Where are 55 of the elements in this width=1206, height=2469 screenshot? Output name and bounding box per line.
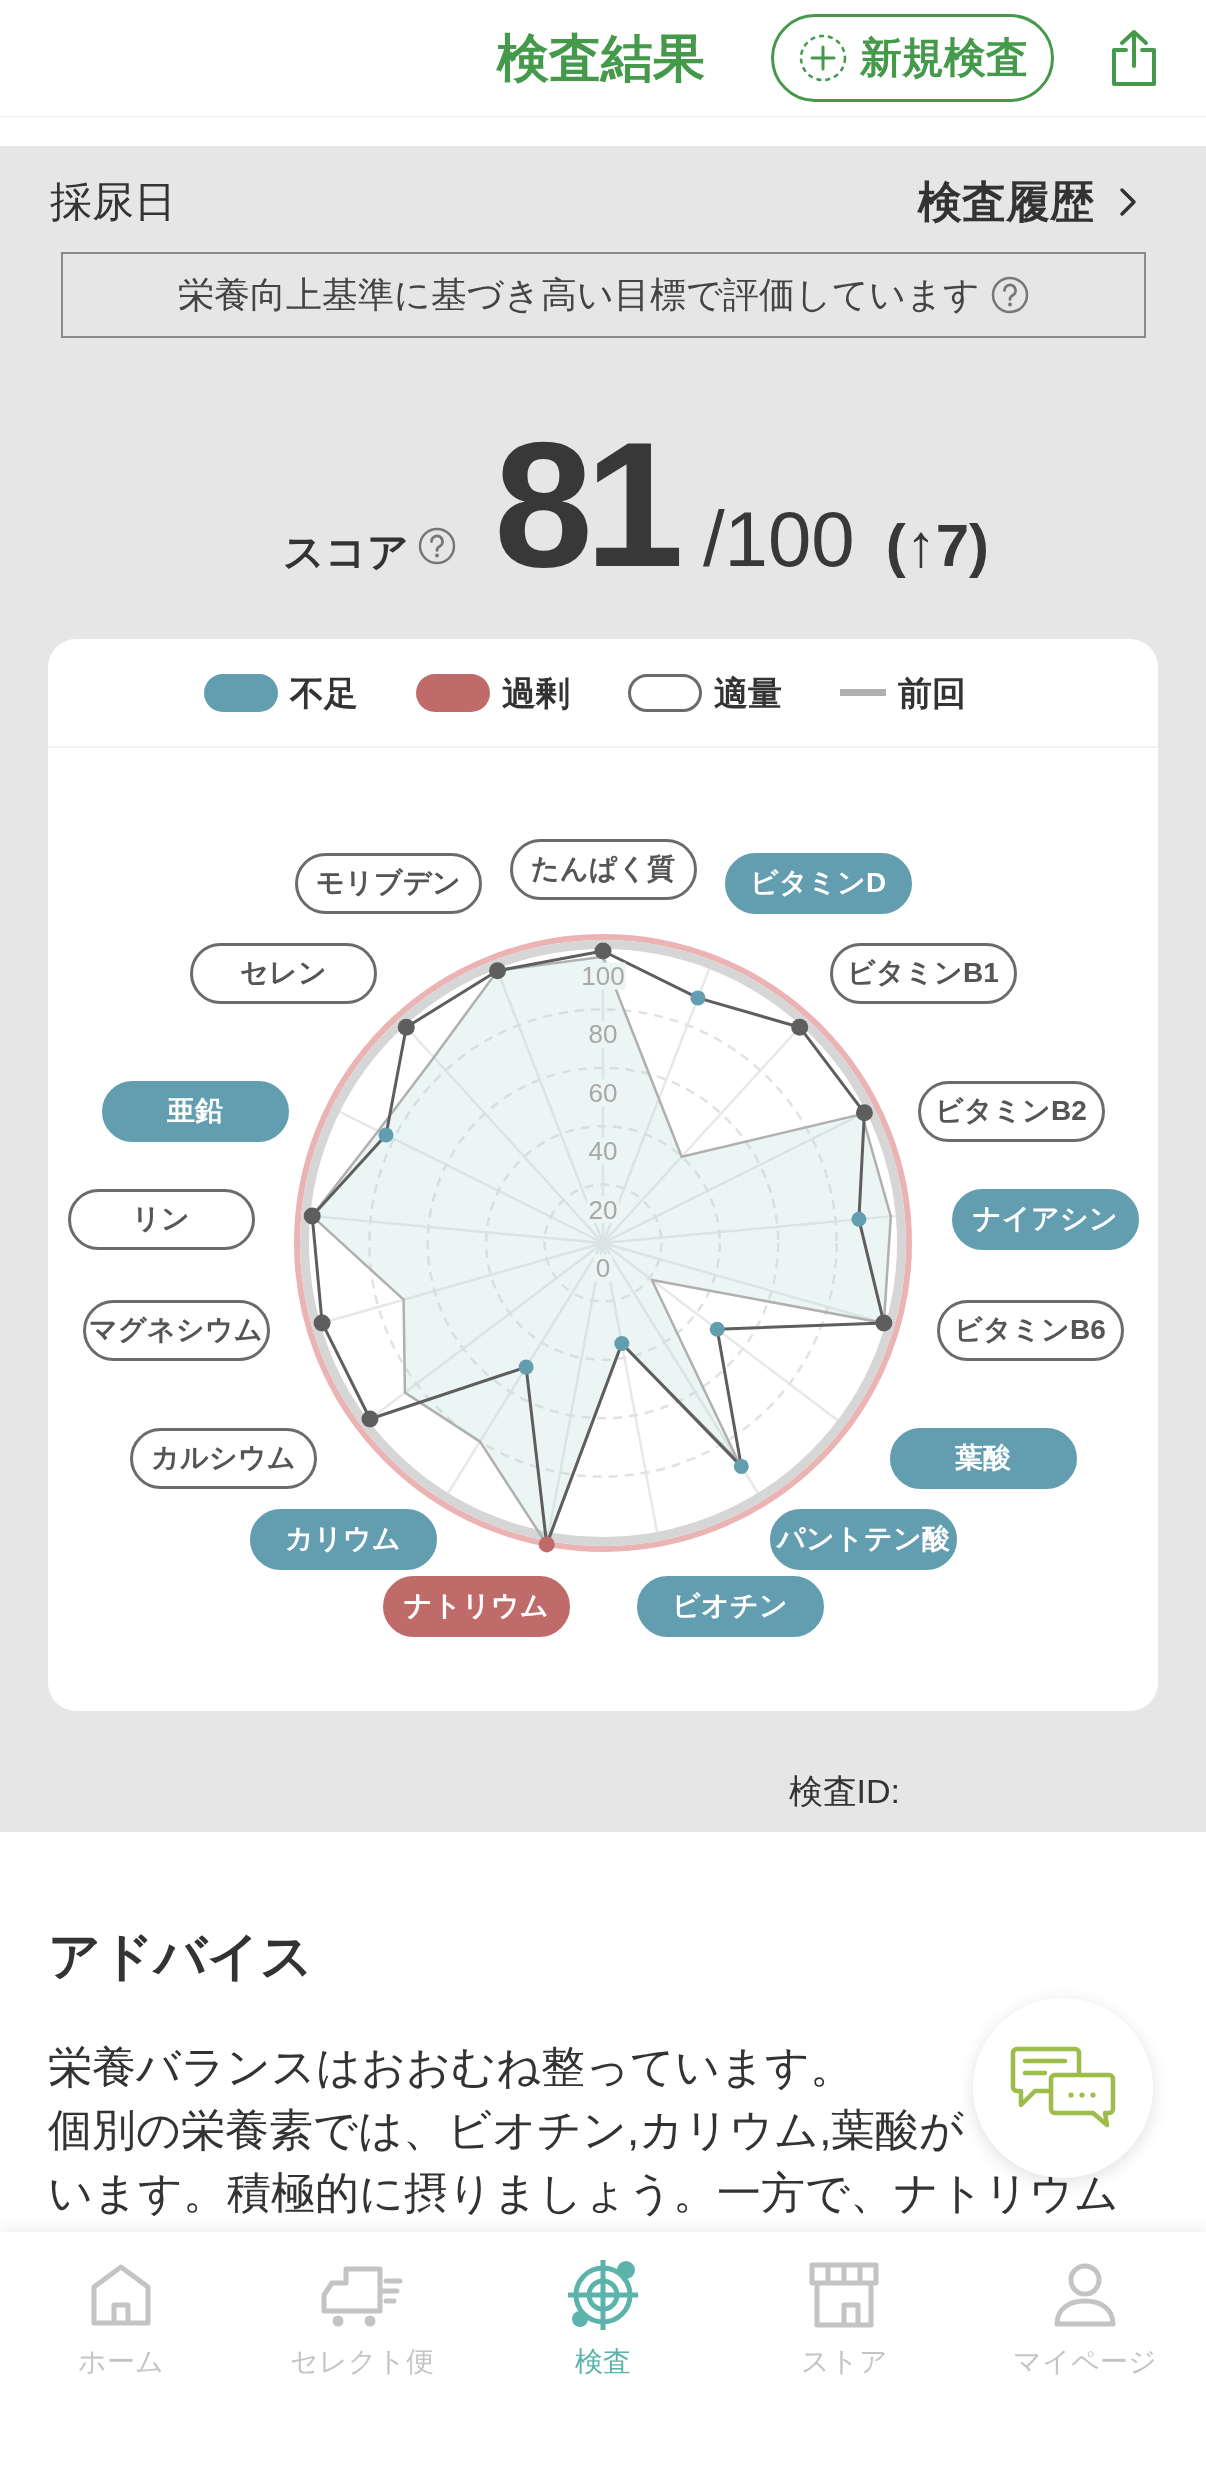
axis-tick-label: 80 — [587, 1019, 619, 1050]
advice-heading: アドバイス — [48, 1926, 313, 1987]
axis-tick-label: 100 — [580, 961, 626, 991]
nutrient-label: ナトリウム — [382, 1575, 570, 1637]
history-link[interactable]: 検査履歴 — [918, 180, 1138, 224]
collection-date-label: 採尿日 — [50, 181, 176, 223]
nutrient-label: モリブデン — [294, 852, 482, 914]
notice-text: 栄養向上基準に基づき高い目標で評価しています — [177, 277, 980, 313]
score-value: 81 — [493, 416, 676, 594]
storefront-icon — [808, 2261, 881, 2329]
nutrient-label: カルシウム — [129, 1427, 317, 1489]
nutrient-label: ビタミンD — [724, 852, 912, 914]
nutrient-label: ビオチン — [636, 1575, 824, 1637]
legend-label: 不足 — [290, 675, 358, 710]
share-icon[interactable] — [1110, 28, 1158, 88]
nutrient-label: ナイアシン — [951, 1188, 1139, 1250]
nutrient-label: リン — [67, 1188, 255, 1250]
chevron-right-icon — [1118, 186, 1138, 218]
person-icon — [1053, 2262, 1118, 2328]
nav-tab[interactable]: ホーム — [0, 2232, 242, 2469]
score-label: スコア — [282, 528, 409, 577]
advice-text-line: 個別の栄養素では、ビオチン,カリウム,葉酸が — [48, 2104, 965, 2156]
plus-circle-icon — [797, 33, 848, 83]
nutrient-label: セレン — [189, 942, 377, 1004]
nutrient-label: パントテン酸 — [769, 1508, 957, 1570]
legend-label: 適量 — [714, 675, 782, 710]
new-test-button[interactable]: 新規検査 — [771, 14, 1054, 102]
axis-tick-label: 0 — [593, 1253, 613, 1283]
score-max: /100 — [702, 500, 855, 578]
nav-tab[interactable]: セレクト便 — [241, 2232, 483, 2469]
axis-tick-label: 60 — [587, 1077, 619, 1108]
nutrient-label: マグネシウム — [82, 1299, 270, 1361]
help-icon[interactable] — [989, 275, 1030, 315]
nav-tab[interactable]: ストア — [723, 2232, 965, 2469]
legend-label: 前回 — [898, 675, 966, 710]
axis-tick-label: 40 — [587, 1136, 619, 1167]
help-icon[interactable] — [416, 526, 457, 566]
nutrient-label: 亜鉛 — [101, 1080, 289, 1142]
nutrient-label: 葉酸 — [889, 1427, 1077, 1489]
axis-tick-label: 20 — [587, 1194, 619, 1225]
nav-tab[interactable]: マイページ — [964, 2232, 1206, 2469]
advice-text-line: います。積極的に摂りましょう。一方で、ナトリウム — [48, 2167, 1119, 2219]
nutrient-label: たんぱく質 — [509, 838, 697, 900]
legend-label: 過剰 — [502, 675, 570, 710]
crosshair-icon — [565, 2257, 641, 2333]
home-icon — [89, 2263, 152, 2327]
nav-tab[interactable]: 検査 — [482, 2232, 724, 2469]
nutrient-label: カリウム — [249, 1508, 437, 1570]
page-title: 検査結果 — [497, 32, 705, 84]
nutrient-label: ビタミンB6 — [936, 1299, 1124, 1361]
score-change: (↑7) — [885, 516, 990, 576]
advice-text-line: 栄養バランスはおおむね整っています。 — [48, 2041, 854, 2093]
nutrient-label: ビタミンB1 — [829, 942, 1017, 1004]
nutrient-label: ビタミンB2 — [917, 1080, 1105, 1142]
test-id-label: 検査ID: — [788, 1774, 900, 1808]
